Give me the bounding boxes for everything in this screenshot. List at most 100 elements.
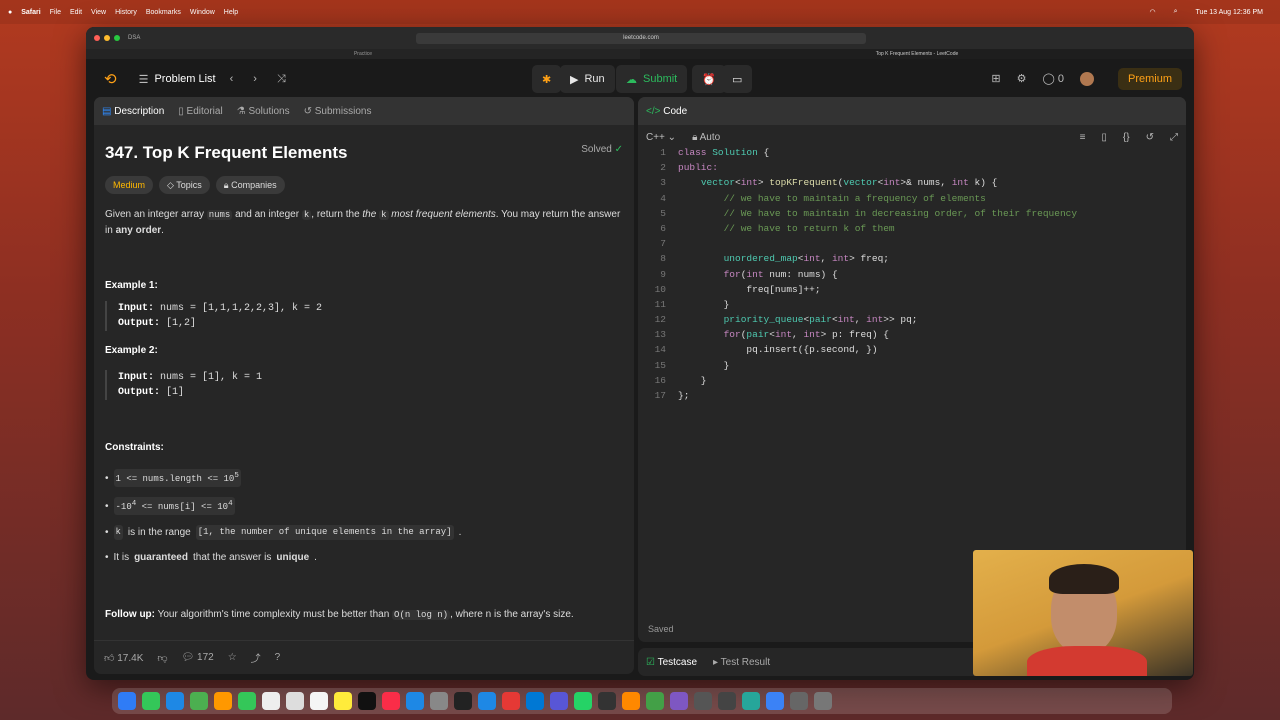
format-icon[interactable]: ≡ — [1080, 132, 1086, 143]
debug-button[interactable]: ✱ — [532, 65, 562, 93]
code-line[interactable]: 5 // We have to maintain in decreasing o… — [638, 208, 1186, 223]
whatsapp-icon[interactable] — [574, 692, 592, 710]
code-line[interactable]: 1 class Solution { — [638, 147, 1186, 162]
app-icon-3[interactable] — [646, 692, 664, 710]
messages-icon[interactable] — [142, 692, 160, 710]
mail-icon[interactable] — [166, 692, 184, 710]
app-icon-1[interactable] — [550, 692, 568, 710]
trash-icon[interactable] — [814, 692, 832, 710]
calendar-icon[interactable] — [262, 692, 280, 710]
vscode-icon[interactable] — [526, 692, 544, 710]
freeform-icon[interactable] — [334, 692, 352, 710]
topics-tag[interactable]: ◇ Topics — [159, 176, 210, 194]
tab-submissions[interactable]: ↺ Submissions — [304, 106, 372, 117]
code-line[interactable]: 14 pq.insert({p.second, }) — [638, 344, 1186, 359]
chevron-left-icon[interactable]: ‹ — [230, 73, 234, 85]
photos-icon[interactable] — [214, 692, 232, 710]
menu-edit[interactable]: Edit — [70, 9, 82, 16]
dislike-icon[interactable]: 👎︎ — [157, 652, 167, 664]
premium-button[interactable]: Premium — [1117, 68, 1182, 90]
clock[interactable]: Tue 13 Aug 12:36 PM — [1196, 9, 1263, 16]
code-line[interactable]: 6 // we have to return k of them — [638, 223, 1186, 238]
vlc-icon[interactable] — [622, 692, 640, 710]
run-button[interactable]: ▶ Run — [560, 65, 615, 93]
tab-leetcode[interactable]: Top K Frequent Elements - LeetCode — [640, 49, 1194, 59]
system-settings-icon[interactable] — [430, 692, 448, 710]
like-button[interactable]: 👍︎ 17.4K — [104, 652, 143, 664]
list-icon[interactable]: ☰ — [139, 73, 149, 86]
share-icon[interactable]: ⤴ — [251, 650, 261, 665]
menu-window[interactable]: Window — [190, 9, 215, 16]
expand-icon[interactable]: ⤢ — [1170, 132, 1178, 143]
wifi-icon[interactable]: ◠ — [1150, 8, 1156, 16]
app-icon-6[interactable] — [742, 692, 760, 710]
code-line[interactable]: 2 public: — [638, 162, 1186, 177]
problem-title[interactable]: 347. Top K Frequent Elements — [105, 144, 347, 161]
zoom-icon[interactable] — [114, 35, 120, 41]
terminal-app-icon[interactable] — [454, 692, 472, 710]
apple-icon[interactable]: ● — [8, 9, 12, 16]
test-result-tab[interactable]: ▸ Test Result — [713, 657, 770, 668]
bookmark-icon[interactable]: ▯ — [1101, 132, 1107, 143]
code-line[interactable]: 9 for(int num: nums) { — [638, 269, 1186, 284]
code-line[interactable]: 15 } — [638, 360, 1186, 375]
code-tab[interactable]: </> Code — [646, 106, 687, 117]
notes-button[interactable]: ▭ — [722, 65, 753, 93]
braces-icon[interactable]: {} — [1123, 132, 1130, 143]
app-icon-5[interactable] — [694, 692, 712, 710]
code-line[interactable]: 7 — [638, 238, 1186, 253]
sidebar-label[interactable]: DSA — [128, 35, 140, 41]
facetime-icon[interactable] — [238, 692, 256, 710]
code-line[interactable]: 17}; — [638, 390, 1186, 405]
timer-button[interactable]: ⏰ — [692, 65, 726, 93]
address-bar[interactable]: leetcode.com — [416, 33, 866, 44]
search-icon[interactable]: ⌕ — [1174, 8, 1178, 16]
auto-mode[interactable]: 🔒︎ Auto — [692, 132, 720, 143]
comment-button[interactable]: 💬︎ 172 — [182, 652, 214, 663]
menu-help[interactable]: Help — [224, 9, 238, 16]
tab-editorial[interactable]: ▯ Editorial — [178, 106, 222, 117]
code-line[interactable]: 13 for(pair<int, int> p: freq) { — [638, 329, 1186, 344]
chevron-right-icon[interactable]: › — [253, 73, 257, 85]
app-icon-2[interactable] — [598, 692, 616, 710]
code-line[interactable]: 4 // we have to maintain a frequency of … — [638, 193, 1186, 208]
code-line[interactable]: 11 } — [638, 299, 1186, 314]
calculator-icon[interactable] — [718, 692, 736, 710]
tv-icon[interactable] — [358, 692, 376, 710]
chrome-icon[interactable] — [502, 692, 520, 710]
star-icon[interactable]: ☆ — [228, 652, 237, 663]
tab-solutions[interactable]: ⚗ Solutions — [237, 106, 290, 117]
tab-description[interactable]: ▤ Description — [102, 106, 164, 117]
folder-icon[interactable] — [766, 692, 784, 710]
menu-history[interactable]: History — [115, 9, 137, 16]
testcase-tab[interactable]: ☑ Testcase — [646, 657, 697, 668]
difficulty-tag[interactable]: Medium — [105, 176, 154, 194]
safari-icon[interactable] — [478, 692, 496, 710]
music-icon[interactable] — [382, 692, 400, 710]
reminders-icon[interactable] — [286, 692, 304, 710]
code-line[interactable]: 16 } — [638, 375, 1186, 390]
notes-icon[interactable] — [310, 692, 328, 710]
shuffle-icon[interactable]: ⤨ — [277, 73, 286, 86]
language-select[interactable]: C++ ⌄ — [646, 132, 676, 143]
app-store-icon[interactable] — [406, 692, 424, 710]
close-icon[interactable] — [94, 35, 100, 41]
streak[interactable]: ◯ 0 — [1043, 72, 1065, 86]
leetcode-logo-icon[interactable]: ⟲ — [104, 70, 117, 88]
minimize-icon[interactable] — [104, 35, 110, 41]
settings-icon[interactable]: ⚙ — [1017, 72, 1027, 86]
problem-list-link[interactable]: Problem List — [154, 73, 215, 85]
submit-button[interactable]: ☁ Submit — [616, 65, 688, 93]
reset-icon[interactable]: ↺ — [1146, 132, 1154, 143]
downloads-icon[interactable] — [790, 692, 808, 710]
finder-icon[interactable] — [118, 692, 136, 710]
menu-app[interactable]: Safari — [21, 9, 40, 16]
app-icon-4[interactable] — [670, 692, 688, 710]
code-line[interactable]: 8 unordered_map<int, int> freq; — [638, 253, 1186, 268]
menu-file[interactable]: File — [50, 9, 61, 16]
grid-icon[interactable]: ⊞ — [991, 72, 1000, 86]
maps-icon[interactable] — [190, 692, 208, 710]
menu-view[interactable]: View — [91, 9, 106, 16]
companies-tag[interactable]: 🔒︎ Companies — [215, 176, 285, 194]
code-line[interactable]: 12 priority_queue<pair<int, int>> pq; — [638, 314, 1186, 329]
